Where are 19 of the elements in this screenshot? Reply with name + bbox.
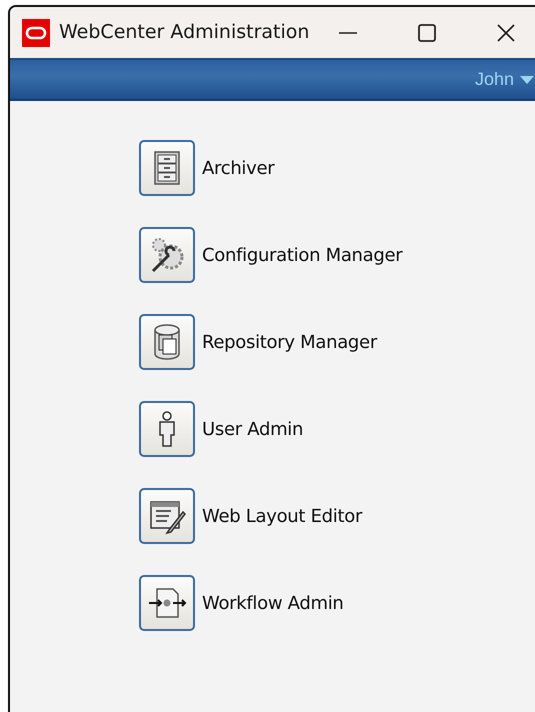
close-icon (496, 22, 516, 42)
app-icon-button[interactable] (139, 575, 195, 631)
app-icon-button[interactable] (139, 488, 195, 544)
app-icon-button[interactable] (139, 227, 195, 283)
app-link[interactable]: Archiver (202, 154, 274, 182)
app-icon-button[interactable] (139, 140, 195, 196)
app-link[interactable]: Repository Manager (202, 328, 377, 356)
maximize-icon (417, 22, 437, 42)
app-link[interactable]: Configuration Manager (202, 242, 402, 268)
app-icon-button[interactable] (139, 401, 195, 457)
window-title: WebCenter Administration (59, 20, 310, 46)
app-logo-icon (22, 18, 50, 46)
minimize-icon (339, 32, 357, 34)
user-menu[interactable]: John (474, 66, 535, 93)
app-icon-button[interactable] (139, 314, 195, 370)
caret-icon (520, 76, 534, 84)
app-link[interactable]: User Admin (202, 416, 304, 442)
app-link[interactable]: Web Layout Editor (202, 502, 362, 530)
app-link[interactable]: Workflow Admin (202, 590, 344, 616)
